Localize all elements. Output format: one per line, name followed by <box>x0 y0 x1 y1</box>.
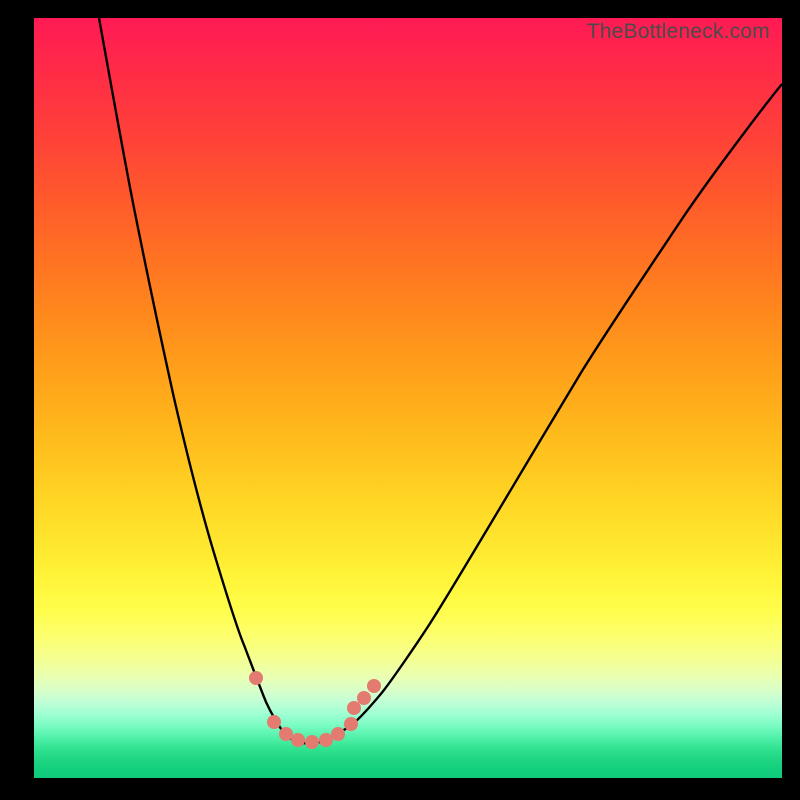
data-marker <box>331 727 345 741</box>
data-marker <box>344 717 358 731</box>
data-marker <box>357 691 371 705</box>
data-marker <box>305 735 319 749</box>
curve-layer <box>34 18 782 778</box>
plot-area: TheBottleneck.com <box>34 18 782 778</box>
watermark-text: TheBottleneck.com <box>587 20 770 44</box>
data-marker <box>319 733 333 747</box>
bottleneck-curve <box>99 18 782 743</box>
data-marker <box>249 671 263 685</box>
data-marker <box>347 701 361 715</box>
data-marker <box>267 715 281 729</box>
data-marker <box>279 727 293 741</box>
chart-frame: TheBottleneck.com <box>0 0 800 800</box>
data-marker <box>367 679 381 693</box>
data-marker <box>291 733 305 747</box>
